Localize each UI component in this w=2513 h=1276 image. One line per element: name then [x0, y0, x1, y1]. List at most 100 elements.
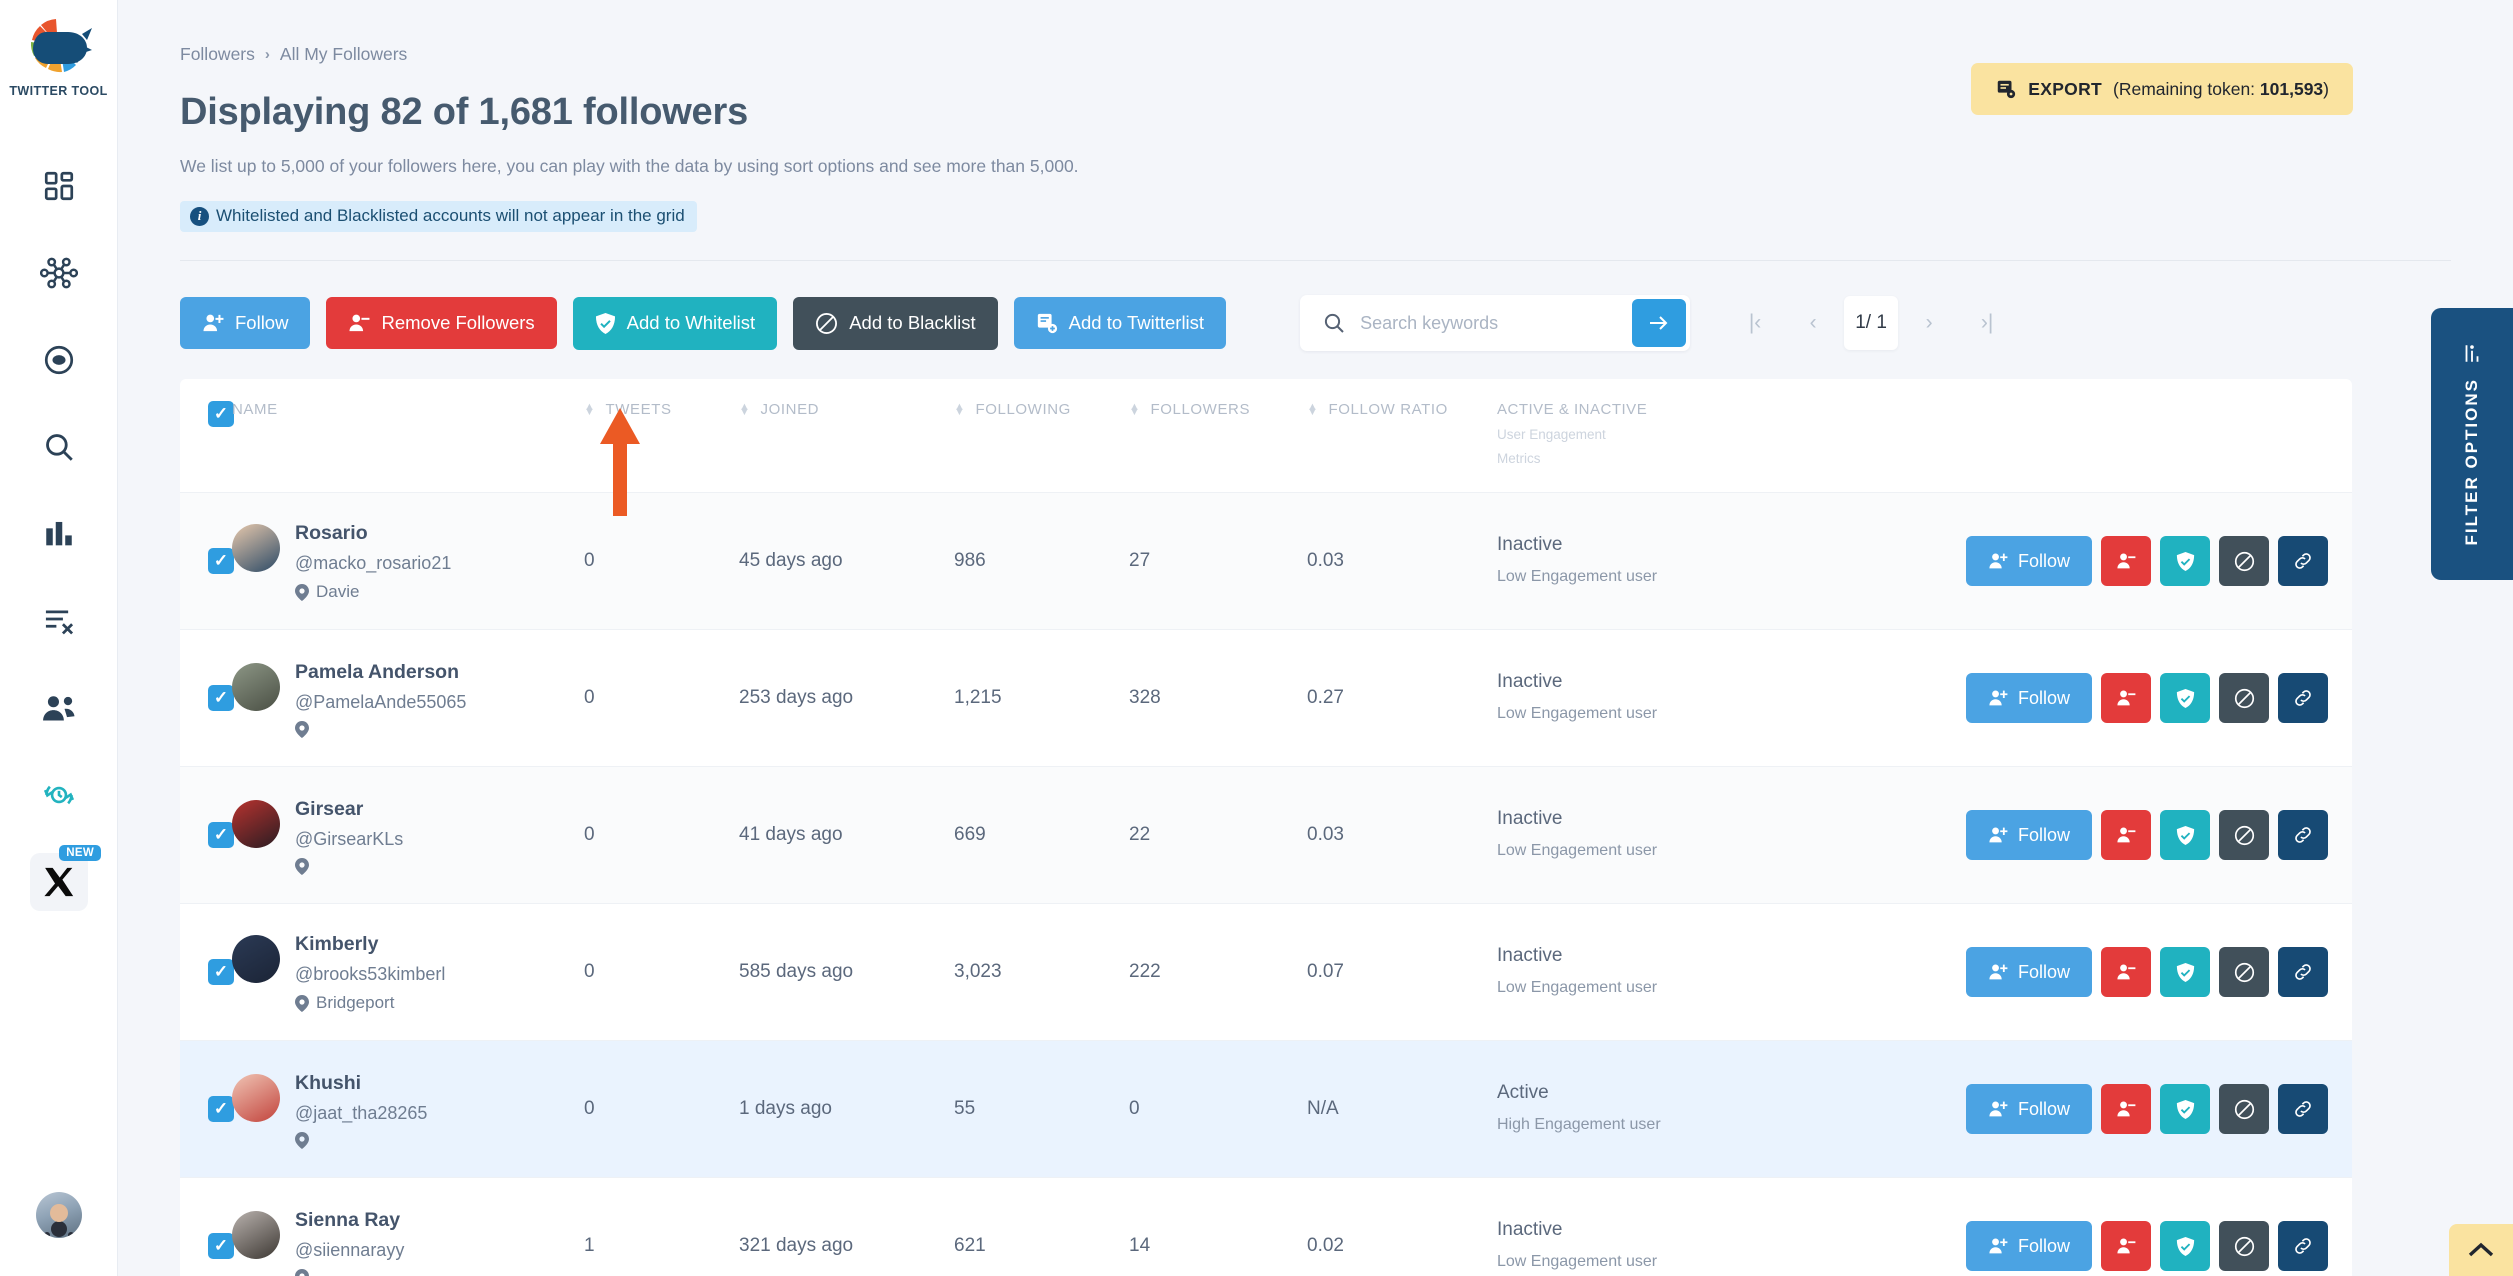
row-link-button[interactable] [2278, 1221, 2328, 1271]
row-checkbox[interactable]: ✓ [208, 1096, 234, 1122]
row-link-button[interactable] [2278, 947, 2328, 997]
row-display-name[interactable]: Sienna Ray [295, 1209, 404, 1232]
row-checkbox[interactable]: ✓ [208, 548, 234, 574]
sidebar-item-history[interactable] [0, 751, 117, 838]
row-display-name[interactable]: Khushi [295, 1072, 427, 1095]
row-link-button[interactable] [2278, 810, 2328, 860]
sidebar-item-analytics[interactable] [0, 490, 117, 577]
row-user-cell: Rosario @macko_rosario21 Davie [232, 520, 584, 602]
row-follow-button[interactable]: Follow [1965, 536, 2092, 586]
ban-circle-icon [2234, 962, 2254, 982]
export-button[interactable]: EXPORT (Remaining token: 101,593) [1971, 63, 2353, 115]
bulk-follow-button[interactable]: Follow [180, 297, 311, 349]
row-display-name[interactable]: Pamela Anderson [295, 661, 466, 684]
user-avatar[interactable] [35, 1192, 82, 1238]
row-remove-button[interactable] [2101, 673, 2151, 723]
row-display-name[interactable]: Kimberly [295, 933, 445, 956]
network-nodes-icon [39, 257, 78, 288]
search-input[interactable] [1360, 312, 1633, 334]
brand[interactable]: TWITTER TOOL [9, 16, 107, 98]
pagination-next-button[interactable]: › [1902, 296, 1956, 350]
sort-arrows-following[interactable]: ▲ ▼ [954, 402, 966, 418]
export-file-icon [1998, 80, 2016, 99]
row-follow-button[interactable]: Follow [1965, 810, 2092, 860]
sidebar-item-x-platform[interactable]: NEW [0, 838, 117, 925]
row-follow-button[interactable]: Follow [1965, 1084, 2092, 1134]
row-remove-button[interactable] [2101, 810, 2151, 860]
row-blacklist-button[interactable] [2219, 947, 2269, 997]
pagination-first-button[interactable]: |‹ [1728, 296, 1782, 350]
bulk-add-blacklist-button[interactable]: Add to Blacklist [793, 296, 998, 350]
bulk-follow-label: Follow [235, 312, 289, 333]
ban-circle-icon [2234, 825, 2254, 845]
column-label-active-sub2: Metrics [1497, 451, 1541, 466]
row-followers: 0 [1129, 1098, 1140, 1119]
row-handle[interactable]: @PamelaAnde55065 [295, 692, 466, 713]
sort-arrows-ratio[interactable]: ▲ ▼ [1307, 402, 1319, 418]
row-blacklist-button[interactable] [2219, 810, 2269, 860]
scroll-to-top-button[interactable] [2449, 1224, 2513, 1276]
row-handle[interactable]: @GirsearKLs [295, 829, 403, 850]
row-remove-button[interactable] [2101, 536, 2151, 586]
column-header-name[interactable]: NAME [232, 401, 584, 418]
row-remove-button[interactable] [2101, 947, 2151, 997]
row-blacklist-button[interactable] [2219, 673, 2269, 723]
row-whitelist-button[interactable] [2160, 673, 2210, 723]
row-follow-button[interactable]: Follow [1965, 1221, 2092, 1271]
row-engagement: Low Engagement user [1497, 1253, 1658, 1271]
bulk-remove-label: Remove Followers [381, 312, 535, 333]
row-joined: 253 days ago [739, 687, 854, 708]
column-header-follow-ratio[interactable]: ▲ ▼ FOLLOW RATIO [1307, 401, 1497, 418]
row-handle[interactable]: @jaat_tha28265 [295, 1103, 427, 1124]
row-remove-button[interactable] [2101, 1084, 2151, 1134]
row-whitelist-button[interactable] [2160, 1084, 2210, 1134]
sort-arrows-followers[interactable]: ▲ ▼ [1129, 402, 1141, 418]
row-checkbox[interactable]: ✓ [208, 822, 234, 848]
row-handle[interactable]: @brooks53kimberl [295, 964, 445, 985]
breadcrumb-parent[interactable]: Followers [180, 44, 255, 65]
row-whitelist-button[interactable] [2160, 1221, 2210, 1271]
row-select-cell: ✓ [180, 1096, 234, 1122]
row-blacklist-button[interactable] [2219, 1084, 2269, 1134]
row-handle[interactable]: @siiennarayy [295, 1240, 404, 1261]
row-link-button[interactable] [2278, 1084, 2328, 1134]
sort-arrows-joined[interactable]: ▲ ▼ [739, 402, 751, 418]
row-checkbox[interactable]: ✓ [208, 1233, 234, 1259]
sidebar-item-network[interactable] [0, 229, 117, 316]
row-display-name[interactable]: Rosario [295, 522, 451, 545]
bulk-remove-followers-button[interactable]: Remove Followers [326, 297, 557, 349]
sidebar-item-search[interactable] [0, 403, 117, 490]
row-blacklist-button[interactable] [2219, 1221, 2269, 1271]
filter-options-tab[interactable]: FILTER OPTIONS [2431, 308, 2513, 580]
sidebar-item-unfollow[interactable] [0, 577, 117, 664]
row-follow-button[interactable]: Follow [1965, 947, 2092, 997]
sidebar-item-followers[interactable] [0, 664, 117, 751]
column-header-following[interactable]: ▲ ▼ FOLLOWING [954, 401, 1129, 418]
column-header-followers[interactable]: ▲ ▼ FOLLOWERS [1129, 401, 1307, 418]
row-whitelist-button[interactable] [2160, 536, 2210, 586]
row-blacklist-button[interactable] [2219, 536, 2269, 586]
row-handle[interactable]: @macko_rosario21 [295, 553, 451, 574]
row-checkbox[interactable]: ✓ [208, 959, 234, 985]
column-header-joined[interactable]: ▲ ▼ JOINED [739, 401, 954, 418]
sidebar-item-monitor[interactable] [0, 316, 117, 403]
sidebar-item-dashboard[interactable] [0, 142, 117, 229]
pagination-last-button[interactable]: ›| [1960, 296, 2014, 350]
table-header-row: ✓ NAME ▲ ▼ TWEETS ▲ ▼ JOINED ▲ ▼ FOLLOWI… [180, 379, 2352, 492]
row-whitelist-button[interactable] [2160, 947, 2210, 997]
bulk-add-whitelist-button[interactable]: Add to Whitelist [572, 296, 778, 350]
row-link-button[interactable] [2278, 536, 2328, 586]
pagination-prev-button[interactable]: ‹ [1786, 296, 1840, 350]
bulk-twitterlist-label: Add to Twitterlist [1068, 312, 1205, 333]
search-submit-button[interactable] [1632, 299, 1687, 347]
row-display-name[interactable]: Girsear [295, 798, 403, 821]
breadcrumb-current[interactable]: All My Followers [280, 44, 407, 65]
row-whitelist-button[interactable] [2160, 810, 2210, 860]
row-remove-button[interactable] [2101, 1221, 2151, 1271]
row-follow-button[interactable]: Follow [1965, 673, 2092, 723]
row-checkbox[interactable]: ✓ [208, 685, 234, 711]
select-all-checkbox[interactable]: ✓ [208, 401, 234, 427]
bulk-add-twitterlist-button[interactable]: Add to Twitterlist [1013, 297, 1227, 349]
sort-arrows-tweets[interactable]: ▲ ▼ [584, 402, 596, 418]
row-link-button[interactable] [2278, 673, 2328, 723]
